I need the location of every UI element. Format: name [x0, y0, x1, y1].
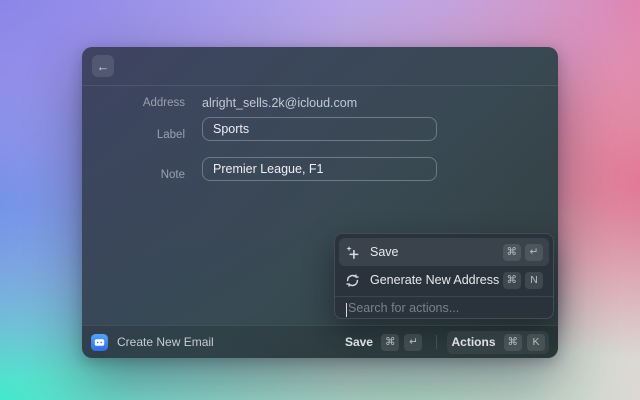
shortcut-keys: ⌘ N: [502, 271, 543, 289]
action-item-save[interactable]: Save ⌘ ↵: [339, 238, 549, 266]
titlebar: ←: [82, 47, 558, 85]
save-button-label: Save: [344, 335, 373, 349]
save-button[interactable]: Save ⌘ ↵: [341, 331, 427, 354]
actions-button-label: Actions: [451, 335, 496, 349]
k-key: K: [527, 333, 545, 351]
back-button[interactable]: ←: [92, 55, 114, 77]
titlebar-divider: [82, 85, 558, 86]
actions-search[interactable]: [339, 297, 549, 318]
action-label: Generate New Address: [370, 273, 500, 287]
return-key: ↵: [404, 333, 423, 351]
actions-popover: Save ⌘ ↵ Generate New Address ⌘ N Search…: [334, 233, 554, 319]
label-input[interactable]: [202, 117, 437, 141]
address-value: alright_sells.2k@icloud.com: [202, 96, 358, 110]
actions-button[interactable]: Actions ⌘ K: [447, 330, 549, 354]
command-key: ⌘: [502, 243, 521, 261]
n-key: N: [525, 271, 543, 289]
note-input[interactable]: [202, 157, 437, 181]
create-new-email-app-icon: [91, 333, 108, 351]
action-label: Save: [370, 245, 399, 259]
actions-search-input[interactable]: [345, 300, 543, 315]
app-window: ← Address alright_sells.2k@icloud.com La…: [82, 47, 558, 358]
back-arrow-icon: ←: [96, 58, 110, 74]
text-caret: [346, 303, 347, 317]
return-key: ↵: [525, 243, 543, 261]
address-label: Address: [142, 97, 185, 109]
command-key: ⌘: [380, 333, 400, 351]
bottom-bar-separator: [436, 335, 438, 349]
bottom-bar-right: Save ⌘ ↵ Actions ⌘ K: [341, 330, 549, 354]
bottom-bar: Create New Email Save ⌘ ↵ Actions ⌘ K: [82, 325, 558, 358]
command-key: ⌘: [502, 271, 521, 289]
note-field-label: Note: [160, 169, 185, 181]
refresh-icon: [345, 273, 360, 288]
shortcut-keys: ⌘ ↵: [502, 243, 543, 261]
action-item-generate-new-address[interactable]: Generate New Address ⌘ N: [339, 266, 549, 294]
label-field-label: Label: [156, 129, 185, 141]
command-title: Create New Email: [117, 335, 214, 349]
desktop-background: ← Address alright_sells.2k@icloud.com La…: [0, 0, 640, 400]
bottom-bar-left: Create New Email: [91, 333, 341, 351]
sparkle-plus-icon: [345, 245, 360, 260]
command-key: ⌘: [503, 333, 522, 351]
